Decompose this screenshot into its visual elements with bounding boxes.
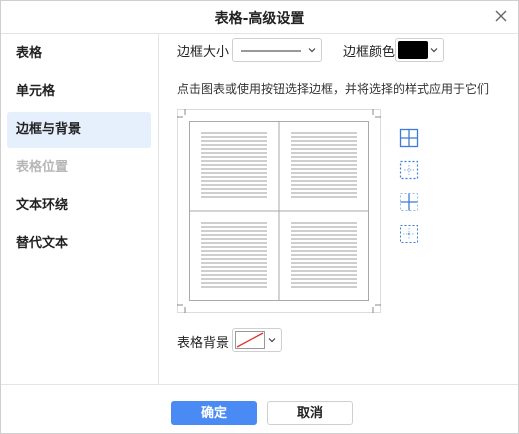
outer-borders-icon[interactable] [399, 160, 419, 180]
sidebar-item-borders-background[interactable]: 边框与背景 [7, 112, 151, 148]
dialog-footer: 确定 取消 [1, 384, 518, 434]
border-size-dropdown[interactable] [232, 38, 322, 62]
sidebar-item-text-wrap[interactable]: 文本环绕 [7, 188, 151, 224]
border-preview-diagram[interactable] [177, 109, 381, 313]
no-borders-icon[interactable] [399, 224, 419, 244]
table-advanced-settings-dialog: 表格-高级设置 表格 单元格 边框与背景 表格位置 文本环绕 替代文本 边框大小… [0, 0, 519, 434]
chevron-down-icon [268, 338, 276, 343]
sidebar-item-cell[interactable]: 单元格 [7, 74, 151, 110]
sidebar-item-table-position: 表格位置 [16, 160, 69, 175]
sidebar-item-alt-text[interactable]: 替代文本 [7, 226, 151, 262]
border-color-dropdown[interactable] [395, 38, 444, 62]
table-background-label: 表格背景 [177, 336, 230, 351]
dialog-title: 表格-高级设置 [214, 11, 305, 27]
chevron-down-icon [430, 48, 438, 53]
title-bar: 表格-高级设置 [1, 1, 518, 34]
all-borders-icon[interactable] [399, 128, 419, 148]
chevron-down-icon [308, 48, 316, 53]
close-icon[interactable] [492, 7, 510, 25]
no-fill-swatch-icon [235, 331, 265, 349]
inner-borders-icon[interactable] [399, 192, 419, 212]
border-color-label: 边框颜色 [343, 45, 396, 60]
cancel-button[interactable]: 取消 [267, 401, 353, 425]
border-instruction-text: 点击图表或使用按钮选择边框，并将选择的样式应用于它们 [177, 82, 490, 96]
sidebar-item-table[interactable]: 表格 [7, 36, 151, 72]
sidebar-nav: 表格 单元格 边框与背景 表格位置 文本环绕 替代文本 [1, 34, 159, 384]
border-color-swatch [398, 41, 428, 59]
border-line-preview [241, 50, 301, 52]
border-size-label: 边框大小 [177, 45, 230, 60]
ok-button[interactable]: 确定 [171, 401, 257, 425]
table-background-dropdown[interactable] [232, 328, 282, 352]
